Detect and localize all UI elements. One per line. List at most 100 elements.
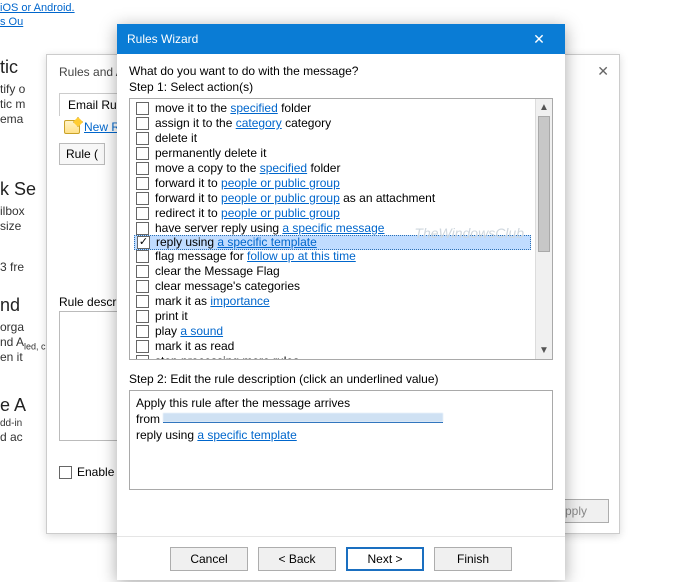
- action-item[interactable]: redirect it to people or public group: [134, 206, 531, 221]
- action-item[interactable]: clear the Message Flag: [134, 264, 531, 279]
- action-param-link[interactable]: people or public group: [221, 191, 340, 205]
- action-item[interactable]: mark it as importance: [134, 294, 531, 309]
- action-checkbox[interactable]: [136, 280, 149, 293]
- action-param-link[interactable]: people or public group: [221, 176, 340, 190]
- action-label: permanently delete it: [155, 146, 266, 161]
- close-icon[interactable]: ✕: [597, 63, 609, 80]
- scroll-up-icon[interactable]: ▲: [536, 99, 552, 116]
- action-checkbox[interactable]: [136, 162, 149, 175]
- action-param-link[interactable]: importance: [210, 294, 269, 308]
- rule-description-editor: Apply this rule after the message arrive…: [129, 390, 553, 490]
- action-checkbox[interactable]: [136, 355, 149, 359]
- action-item[interactable]: print it: [134, 309, 531, 324]
- wizard-title: Rules Wizard: [127, 32, 198, 46]
- action-item[interactable]: have server reply using a specific messa…: [134, 221, 531, 236]
- action-param-link[interactable]: follow up at this time: [247, 249, 356, 263]
- bg-text: dd-in: [0, 416, 22, 431]
- action-checkbox[interactable]: [136, 147, 149, 160]
- action-label: clear the Message Flag: [155, 264, 280, 279]
- wizard-prompt: What do you want to do with the message?: [129, 64, 553, 78]
- action-checkbox[interactable]: [136, 222, 149, 235]
- action-label: have server reply using a specific messa…: [155, 221, 384, 236]
- action-checkbox[interactable]: [136, 177, 149, 190]
- action-label: assign it to the category category: [155, 116, 331, 131]
- action-checkbox[interactable]: [136, 192, 149, 205]
- checkbox-icon: [59, 466, 72, 479]
- action-label: forward it to people or public group: [155, 176, 340, 191]
- action-label: play a sound: [155, 324, 223, 339]
- desc-line-reply: reply using a specific template: [136, 427, 546, 443]
- action-checkbox[interactable]: [136, 340, 149, 353]
- wizard-titlebar[interactable]: Rules Wizard ✕: [117, 24, 565, 54]
- new-rule-button[interactable]: New R: [59, 117, 125, 137]
- back-button[interactable]: < Back: [258, 547, 336, 571]
- cancel-button[interactable]: Cancel: [170, 547, 248, 571]
- action-checkbox[interactable]: [136, 132, 149, 145]
- action-label: forward it to people or public group as …: [155, 191, 435, 206]
- bg-text: ema: [0, 112, 23, 127]
- desc-line-apply: Apply this rule after the message arrive…: [136, 395, 546, 411]
- bg-text: d ac: [0, 430, 23, 445]
- bg-text: en it: [0, 350, 23, 365]
- action-checkbox[interactable]: [136, 102, 149, 115]
- action-param-link[interactable]: specified: [260, 161, 307, 175]
- action-item[interactable]: mark it as read: [134, 339, 531, 354]
- action-param-link[interactable]: people or public group: [221, 206, 340, 220]
- action-item[interactable]: permanently delete it: [134, 146, 531, 161]
- action-label: flag message for follow up at this time: [155, 249, 356, 264]
- action-item[interactable]: assign it to the category category: [134, 116, 531, 131]
- action-checkbox[interactable]: [136, 265, 149, 278]
- action-item[interactable]: flag message for follow up at this time: [134, 249, 531, 264]
- bg-text: size: [0, 219, 21, 234]
- scroll-thumb[interactable]: [538, 116, 550, 252]
- action-item[interactable]: play a sound: [134, 324, 531, 339]
- new-rule-label: New R: [84, 120, 120, 134]
- action-item[interactable]: forward it to people or public group as …: [134, 191, 531, 206]
- rule-list-header[interactable]: Rule (: [59, 143, 105, 165]
- action-label: print it: [155, 309, 188, 324]
- bg-heading-ea: e A: [0, 398, 26, 413]
- action-checkbox[interactable]: [136, 207, 149, 220]
- action-checkbox[interactable]: [136, 325, 149, 338]
- action-checkbox[interactable]: [136, 310, 149, 323]
- action-item[interactable]: stop processing more rules: [134, 354, 531, 359]
- action-item[interactable]: delete it: [134, 131, 531, 146]
- action-item[interactable]: forward it to people or public group: [134, 176, 531, 191]
- rules-wizard-dialog: Rules Wizard ✕ What do you want to do wi…: [117, 24, 565, 580]
- action-param-link[interactable]: a sound: [180, 324, 223, 338]
- action-param-link[interactable]: a specific message: [282, 221, 384, 235]
- action-label: move it to the specified folder: [155, 101, 311, 116]
- action-checkbox[interactable]: [136, 117, 149, 130]
- bg-link-ios-android[interactable]: iOS or Android.: [0, 2, 75, 14]
- bg-text: orga: [0, 320, 24, 335]
- action-item[interactable]: move it to the specified folder: [134, 101, 531, 116]
- enable-label: Enable: [77, 465, 114, 479]
- enable-rules-checkbox[interactable]: Enable: [59, 465, 114, 479]
- template-value-link[interactable]: a specific template: [197, 428, 296, 442]
- desc-line-from: from: [136, 411, 546, 427]
- close-icon[interactable]: ✕: [519, 24, 559, 54]
- scroll-down-icon[interactable]: ▼: [536, 342, 552, 359]
- action-item[interactable]: reply using a specific template: [134, 235, 531, 250]
- action-checkbox[interactable]: [136, 250, 149, 263]
- bg-link-ou[interactable]: s Ou: [0, 16, 23, 28]
- action-label: delete it: [155, 131, 197, 146]
- action-item[interactable]: clear message's categories: [134, 279, 531, 294]
- action-item[interactable]: move a copy to the specified folder: [134, 161, 531, 176]
- next-button[interactable]: Next >: [346, 547, 424, 571]
- bg-heading-se: k Se: [0, 182, 36, 197]
- new-rule-icon: [64, 120, 80, 134]
- action-checkbox[interactable]: [136, 295, 149, 308]
- bg-text: ilbox: [0, 204, 25, 219]
- action-param-link[interactable]: a specific template: [217, 235, 316, 249]
- finish-button[interactable]: Finish: [434, 547, 512, 571]
- from-value-link[interactable]: [163, 412, 443, 423]
- bg-text: 3 fre: [0, 260, 24, 275]
- scrollbar[interactable]: ▲ ▼: [535, 99, 552, 359]
- scroll-track[interactable]: [536, 116, 552, 342]
- action-param-link[interactable]: specified: [230, 101, 277, 115]
- bg-heading-tic: tic: [0, 60, 18, 75]
- action-checkbox[interactable]: [137, 236, 150, 249]
- bg-heading-nd: nd: [0, 298, 20, 313]
- action-param-link[interactable]: category: [236, 116, 282, 130]
